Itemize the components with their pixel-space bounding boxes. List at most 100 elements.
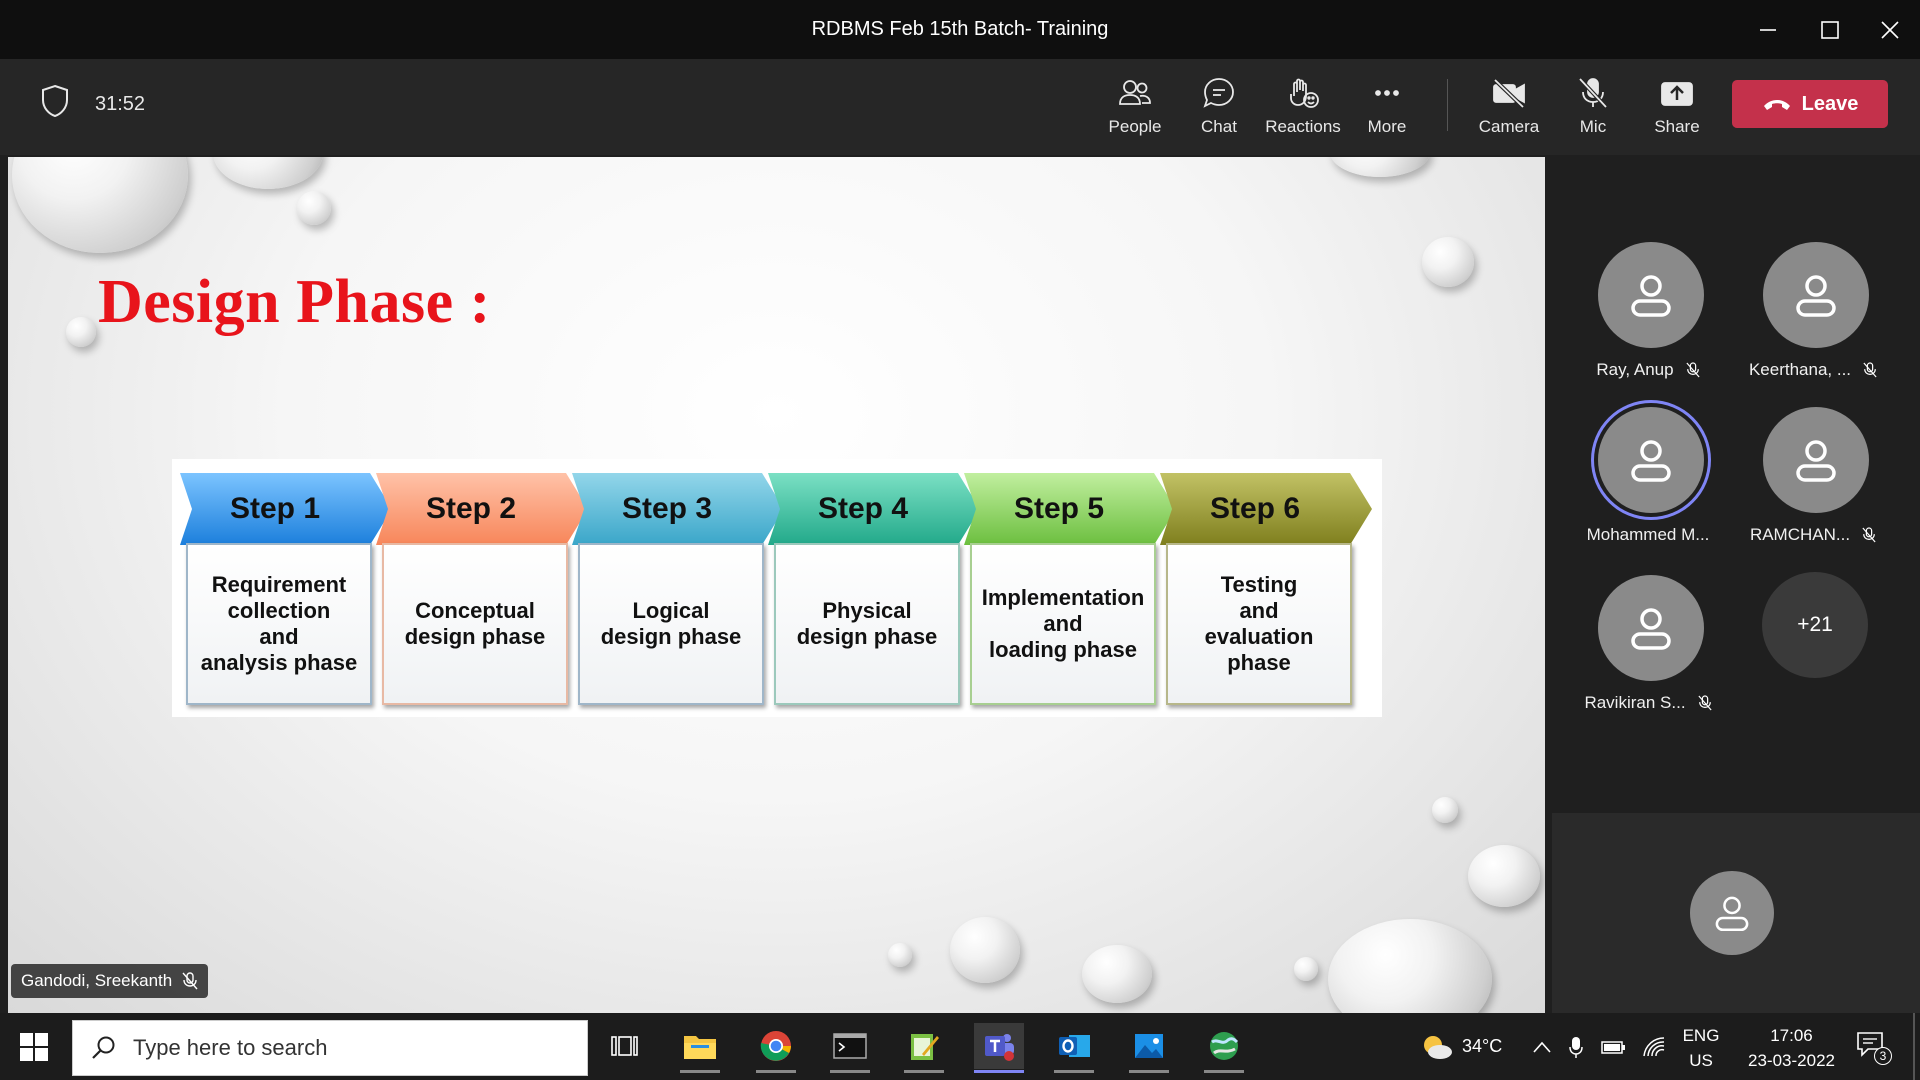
more-button[interactable]: More	[1345, 73, 1429, 143]
avatar	[1598, 242, 1704, 348]
share-button[interactable]: Share	[1635, 73, 1719, 143]
start-button[interactable]	[20, 1033, 48, 1066]
water-drop-decoration	[1422, 237, 1474, 287]
participant-tile[interactable]: Ravikiran S...	[1573, 575, 1723, 725]
mic-muted-icon	[182, 972, 198, 990]
language-indicator[interactable]: ENG US	[1676, 1023, 1726, 1073]
weather-icon[interactable]	[1420, 1032, 1454, 1062]
window-title-bar: RDBMS Feb 15th Batch- Training	[0, 0, 1920, 59]
task-view-button[interactable]	[599, 1023, 649, 1069]
water-drop-decoration	[66, 317, 96, 347]
system-clock[interactable]: 17:06 23-03-2022	[1744, 1023, 1839, 1073]
camera-button[interactable]: Camera	[1467, 73, 1551, 143]
close-window-button[interactable]	[1862, 0, 1918, 59]
step-description: Testing and evaluation phase	[1204, 572, 1314, 675]
mic-muted-icon	[1863, 362, 1877, 378]
person-icon	[1631, 275, 1671, 317]
leave-label: Leave	[1801, 92, 1859, 115]
step-3: Step 3 Logical design phase	[572, 473, 784, 705]
hang-up-icon	[1763, 100, 1790, 110]
step-description: Requirement collection and analysis phas…	[200, 572, 358, 675]
chevron-up-icon[interactable]	[1532, 1040, 1552, 1054]
editor-app[interactable]	[899, 1023, 949, 1073]
mic-muted-icon	[1697, 695, 1712, 711]
battery-icon[interactable]	[1600, 1037, 1626, 1057]
step-header: Step 5	[964, 473, 1176, 545]
avatar	[1598, 575, 1704, 681]
globe-icon	[1210, 1032, 1239, 1060]
participant-tile[interactable]: RAMCHAN...	[1738, 407, 1888, 557]
participant-name: Keerthana, ...	[1748, 360, 1852, 379]
step-2: Step 2 Conceptual design phase	[376, 473, 588, 705]
minimize-button[interactable]	[1740, 0, 1796, 59]
step-5: Step 5 Implementation and loading phase	[964, 473, 1176, 705]
slide-title: Design Phase :	[98, 268, 491, 336]
self-avatar[interactable]	[1690, 871, 1774, 955]
person-icon	[1796, 275, 1836, 317]
mic-label: Mic	[1579, 117, 1607, 136]
participant-tile[interactable]: Keerthana, ...	[1738, 242, 1888, 392]
step-4: Step 4 Physical design phase	[768, 473, 980, 705]
chat-label: Chat	[1201, 117, 1237, 136]
system-tray: 34°C	[1420, 1013, 1666, 1080]
chat-icon	[1203, 78, 1234, 108]
participant-name: RAMCHAN...	[1749, 525, 1851, 544]
people-button[interactable]: People	[1093, 73, 1177, 143]
mic-button[interactable]: Mic	[1551, 73, 1635, 143]
step-label: Step 6	[1209, 492, 1301, 525]
window-title: RDBMS Feb 15th Batch- Training	[811, 18, 1109, 40]
meeting-shield-icon[interactable]	[40, 84, 70, 123]
participant-tile[interactable]: Mohammed M...	[1573, 407, 1723, 557]
clock-time: 17:06	[1770, 1026, 1813, 1045]
chrome-app[interactable]	[751, 1023, 801, 1073]
wifi-icon[interactable]	[1642, 1036, 1666, 1058]
terminal-app[interactable]	[825, 1023, 875, 1073]
step-description-box: Conceptual design phase	[382, 543, 568, 705]
step-description-box: Requirement collection and analysis phas…	[186, 543, 372, 705]
water-drop-decoration	[1468, 845, 1540, 907]
terminal-icon	[833, 1033, 867, 1059]
step-description-box: Testing and evaluation phase	[1166, 543, 1352, 705]
photos-app[interactable]	[1124, 1023, 1174, 1073]
avatar	[1763, 242, 1869, 348]
show-desktop-button[interactable]	[1913, 1013, 1915, 1080]
water-drop-decoration	[213, 157, 323, 189]
step-description-box: Logical design phase	[578, 543, 764, 705]
reactions-button[interactable]: Reactions	[1261, 73, 1345, 143]
camera-label: Camera	[1478, 117, 1540, 136]
step-header: Step 4	[768, 473, 980, 545]
network-tool-app[interactable]	[1199, 1023, 1249, 1073]
person-icon	[1631, 608, 1671, 650]
maximize-icon	[1821, 20, 1839, 39]
camera-off-icon	[1493, 78, 1525, 109]
water-drop-decoration	[1328, 919, 1492, 1013]
participant-name: Mohammed M...	[1586, 525, 1710, 544]
notifications-button[interactable]: 3	[1856, 1031, 1892, 1065]
chat-button[interactable]: Chat	[1177, 73, 1261, 143]
step-label: Step 5	[1013, 492, 1105, 525]
outlook-icon	[1059, 1035, 1090, 1057]
teams-app[interactable]	[974, 1023, 1024, 1073]
design-steps-diagram: Step 1 Requirement collection and analys…	[172, 459, 1382, 717]
leave-button[interactable]: Leave	[1732, 80, 1888, 128]
outlook-app[interactable]	[1049, 1023, 1099, 1073]
maximize-button[interactable]	[1802, 0, 1858, 59]
weather-temperature[interactable]: 34°C	[1462, 1036, 1502, 1057]
mic-muted-icon	[1686, 362, 1700, 378]
taskbar-search-box[interactable]: Type here to search	[72, 1020, 588, 1076]
meeting-toolbar: 31:52 People Chat Reactions More Camera …	[0, 59, 1920, 155]
file-explorer-app[interactable]	[675, 1023, 725, 1073]
clock-date: 23-03-2022	[1748, 1051, 1835, 1070]
participant-name: Ray, Anup	[1596, 360, 1674, 379]
water-drop-decoration	[1082, 945, 1152, 1003]
microphone-tray-icon[interactable]	[1568, 1035, 1584, 1059]
avatar	[1763, 407, 1869, 513]
more-participants-button[interactable]: +21	[1762, 572, 1868, 678]
more-label: More	[1367, 117, 1407, 136]
search-icon	[92, 1036, 115, 1059]
step-6: Step 6 Testing and evaluation phase	[1160, 473, 1372, 705]
chrome-icon	[760, 1031, 791, 1061]
participant-tile[interactable]: Ray, Anup	[1573, 242, 1723, 392]
windows-taskbar: Type here to search 34°C ENG US 17:06 23…	[0, 1013, 1920, 1080]
step-description: Logical design phase	[600, 598, 742, 649]
